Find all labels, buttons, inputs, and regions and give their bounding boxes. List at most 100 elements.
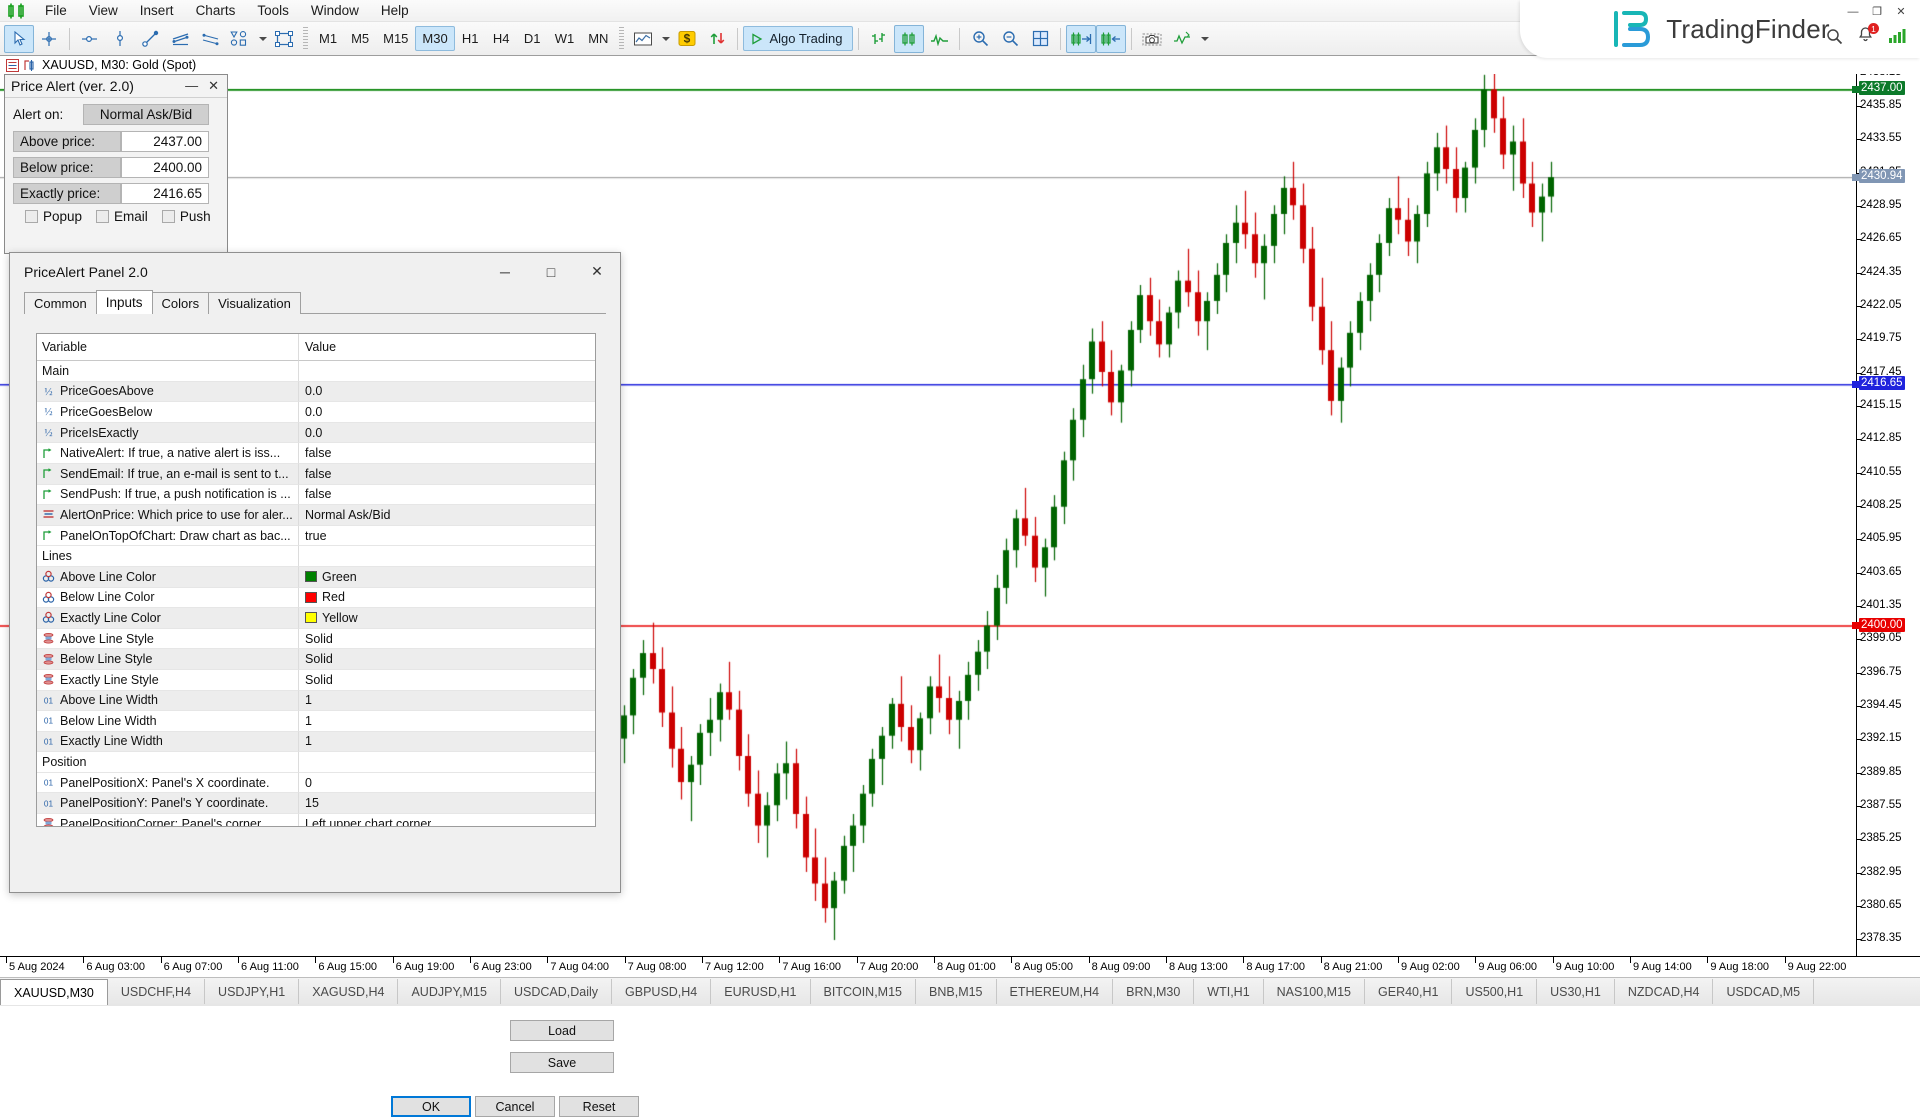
dialog-close-icon[interactable]: ✕ xyxy=(574,253,620,290)
param-value-cell[interactable]: Green xyxy=(299,567,595,588)
price-alert-panel[interactable]: Price Alert (ver. 2.0) — ✕ Alert on: Nor… xyxy=(4,74,228,254)
param-value-cell[interactable]: true xyxy=(299,526,595,547)
dialog-tab-inputs[interactable]: Inputs xyxy=(96,290,153,314)
timeframe-m30[interactable]: M30 xyxy=(415,26,454,51)
grid-param-row[interactable]: Above Line ColorGreen xyxy=(37,567,595,588)
symbol-tab[interactable]: BRN,M30 xyxy=(1113,979,1194,1004)
param-value-cell[interactable]: Solid xyxy=(299,629,595,650)
grid-param-row[interactable]: 01PanelPositionX: Panel's X coordinate.0 xyxy=(37,773,595,794)
grid-group-row[interactable]: Position xyxy=(37,752,595,773)
alert-on-mode-button[interactable]: Normal Ask/Bid xyxy=(83,104,209,125)
shift-chart-right-icon[interactable] xyxy=(1066,25,1096,53)
param-value-cell[interactable]: 15 xyxy=(299,793,595,814)
param-value-cell[interactable]: 1 xyxy=(299,711,595,732)
zoom-in-icon[interactable] xyxy=(965,25,995,53)
algo-trading-button[interactable]: Algo Trading xyxy=(743,26,853,51)
grid-param-row[interactable]: NativeAlert: If true, a native alert is … xyxy=(37,443,595,464)
bar-chart-icon[interactable] xyxy=(864,25,894,53)
menu-item-charts[interactable]: Charts xyxy=(185,1,247,20)
grid-param-row[interactable]: 01Below Line Width1 xyxy=(37,711,595,732)
param-value-cell[interactable]: false xyxy=(299,464,595,485)
exactly-price-label[interactable]: Exactly price: xyxy=(13,183,121,204)
param-value-cell[interactable]: 0.0 xyxy=(299,382,595,403)
grid-param-row[interactable]: ½PriceGoesAbove0.0 xyxy=(37,382,595,403)
price-badge-current[interactable]: 2430.94 xyxy=(1859,169,1905,183)
grid-param-row[interactable]: Exactly Line ColorYellow xyxy=(37,608,595,629)
symbol-tab[interactable]: US30,H1 xyxy=(1537,979,1615,1004)
notifications-bell[interactable]: 1 xyxy=(1857,26,1874,46)
email-checkbox[interactable] xyxy=(96,210,109,223)
dialog-tab-colors[interactable]: Colors xyxy=(152,292,210,314)
timeframe-h4[interactable]: H4 xyxy=(486,26,517,51)
crosshair-tool-icon[interactable] xyxy=(34,25,64,53)
candlestick-chart-icon[interactable] xyxy=(894,25,924,53)
exactly-price-value[interactable]: 2416.65 xyxy=(121,183,209,204)
grid-param-row[interactable]: Below Line StyleSolid xyxy=(37,649,595,670)
restore-window-icon[interactable]: ❐ xyxy=(1866,3,1888,20)
dialog-minimize-icon[interactable]: ─ xyxy=(482,253,528,290)
dialog-maximize-icon[interactable]: □ xyxy=(528,253,574,290)
price-alert-minimize-icon[interactable]: — xyxy=(185,78,198,94)
timeframe-d1[interactable]: D1 xyxy=(517,26,548,51)
grid-param-row[interactable]: AlertOnPrice: Which price to use for ale… xyxy=(37,505,595,526)
email-checkbox-row[interactable]: Email xyxy=(96,209,148,224)
minimize-window-icon[interactable]: — xyxy=(1842,3,1864,20)
param-value-cell[interactable] xyxy=(299,752,595,773)
toolbar-grip-2[interactable] xyxy=(619,27,624,51)
grid-param-row[interactable]: Above Line StyleSolid xyxy=(37,629,595,650)
save-button[interactable]: Save xyxy=(510,1052,614,1073)
above-price-value[interactable]: 2437.00 xyxy=(121,131,209,152)
auto-scroll-icon[interactable] xyxy=(1096,25,1126,53)
price-badge-below[interactable]: 2400.00 xyxy=(1859,618,1905,632)
timeframe-m15[interactable]: M15 xyxy=(376,26,415,51)
grid-param-row[interactable]: ½PriceIsExactly0.0 xyxy=(37,423,595,444)
autotrading-arrows-icon[interactable] xyxy=(702,25,732,53)
param-value-cell[interactable]: Red xyxy=(299,588,595,609)
close-window-icon[interactable]: ✕ xyxy=(1890,3,1912,20)
templates-icon[interactable] xyxy=(1167,25,1197,53)
menu-item-help[interactable]: Help xyxy=(370,1,420,20)
shapes-tool-icon[interactable] xyxy=(225,25,255,53)
horizontal-line-tool-icon[interactable] xyxy=(75,25,105,53)
symbol-tab[interactable]: NAS100,M15 xyxy=(1264,979,1365,1004)
grid-param-row[interactable]: ½PriceGoesBelow0.0 xyxy=(37,402,595,423)
param-value-cell[interactable]: false xyxy=(299,443,595,464)
param-value-cell[interactable] xyxy=(299,546,595,567)
symbol-tab[interactable]: BITCOIN,M15 xyxy=(811,979,917,1004)
grid-param-row[interactable]: 01Above Line Width1 xyxy=(37,691,595,712)
push-checkbox-row[interactable]: Push xyxy=(162,209,211,224)
symbol-tab[interactable]: NZDCAD,H4 xyxy=(1615,979,1714,1004)
symbol-tab[interactable]: USDCAD,Daily xyxy=(501,979,612,1004)
param-value-cell[interactable]: Solid xyxy=(299,649,595,670)
grid-param-row[interactable]: Exactly Line StyleSolid xyxy=(37,670,595,691)
dialog-tab-common[interactable]: Common xyxy=(24,292,97,314)
param-value-cell[interactable] xyxy=(299,361,595,382)
grid-param-row[interactable]: 01PanelPositionY: Panel's Y coordinate.1… xyxy=(37,793,595,814)
push-checkbox[interactable] xyxy=(162,210,175,223)
param-value-cell[interactable]: Left upper chart corner xyxy=(299,814,595,827)
grid-param-row[interactable]: PanelOnTopOfChart: Draw chart as bac...t… xyxy=(37,526,595,547)
price-badge-exactly[interactable]: 2416.65 xyxy=(1859,376,1905,390)
indicators-list-icon[interactable] xyxy=(628,25,658,53)
symbol-tab[interactable]: US500,H1 xyxy=(1452,979,1537,1004)
symbol-tab[interactable]: USDJPY,H1 xyxy=(205,979,299,1004)
param-value-cell[interactable]: false xyxy=(299,485,595,506)
templates-chevron-down-icon[interactable] xyxy=(1197,25,1211,53)
below-price-label[interactable]: Below price: xyxy=(13,157,121,178)
grid-param-row[interactable]: PanelPositionCorner: Panel's corner.Left… xyxy=(37,814,595,827)
menu-item-tools[interactable]: Tools xyxy=(246,1,300,20)
above-price-label[interactable]: Above price: xyxy=(13,131,121,152)
inputs-parameter-grid[interactable]: VariableValueMain½PriceGoesAbove0.0½Pric… xyxy=(36,333,596,827)
cancel-button[interactable]: Cancel xyxy=(475,1096,555,1117)
cursor-tool-icon[interactable] xyxy=(4,25,34,53)
param-value-cell[interactable]: Yellow xyxy=(299,608,595,629)
shapes-dropdown-chevron-down-icon[interactable] xyxy=(255,25,269,53)
timeframe-m1[interactable]: M1 xyxy=(312,26,344,51)
param-value-cell[interactable]: 1 xyxy=(299,732,595,753)
screenshot-camera-icon[interactable] xyxy=(1137,25,1167,53)
menu-item-window[interactable]: Window xyxy=(300,1,370,20)
symbol-tab[interactable]: EURUSD,H1 xyxy=(711,979,810,1004)
symbol-tab[interactable]: GBPUSD,H4 xyxy=(612,979,711,1004)
load-button[interactable]: Load xyxy=(510,1020,614,1041)
grid-group-row[interactable]: Lines xyxy=(37,546,595,567)
